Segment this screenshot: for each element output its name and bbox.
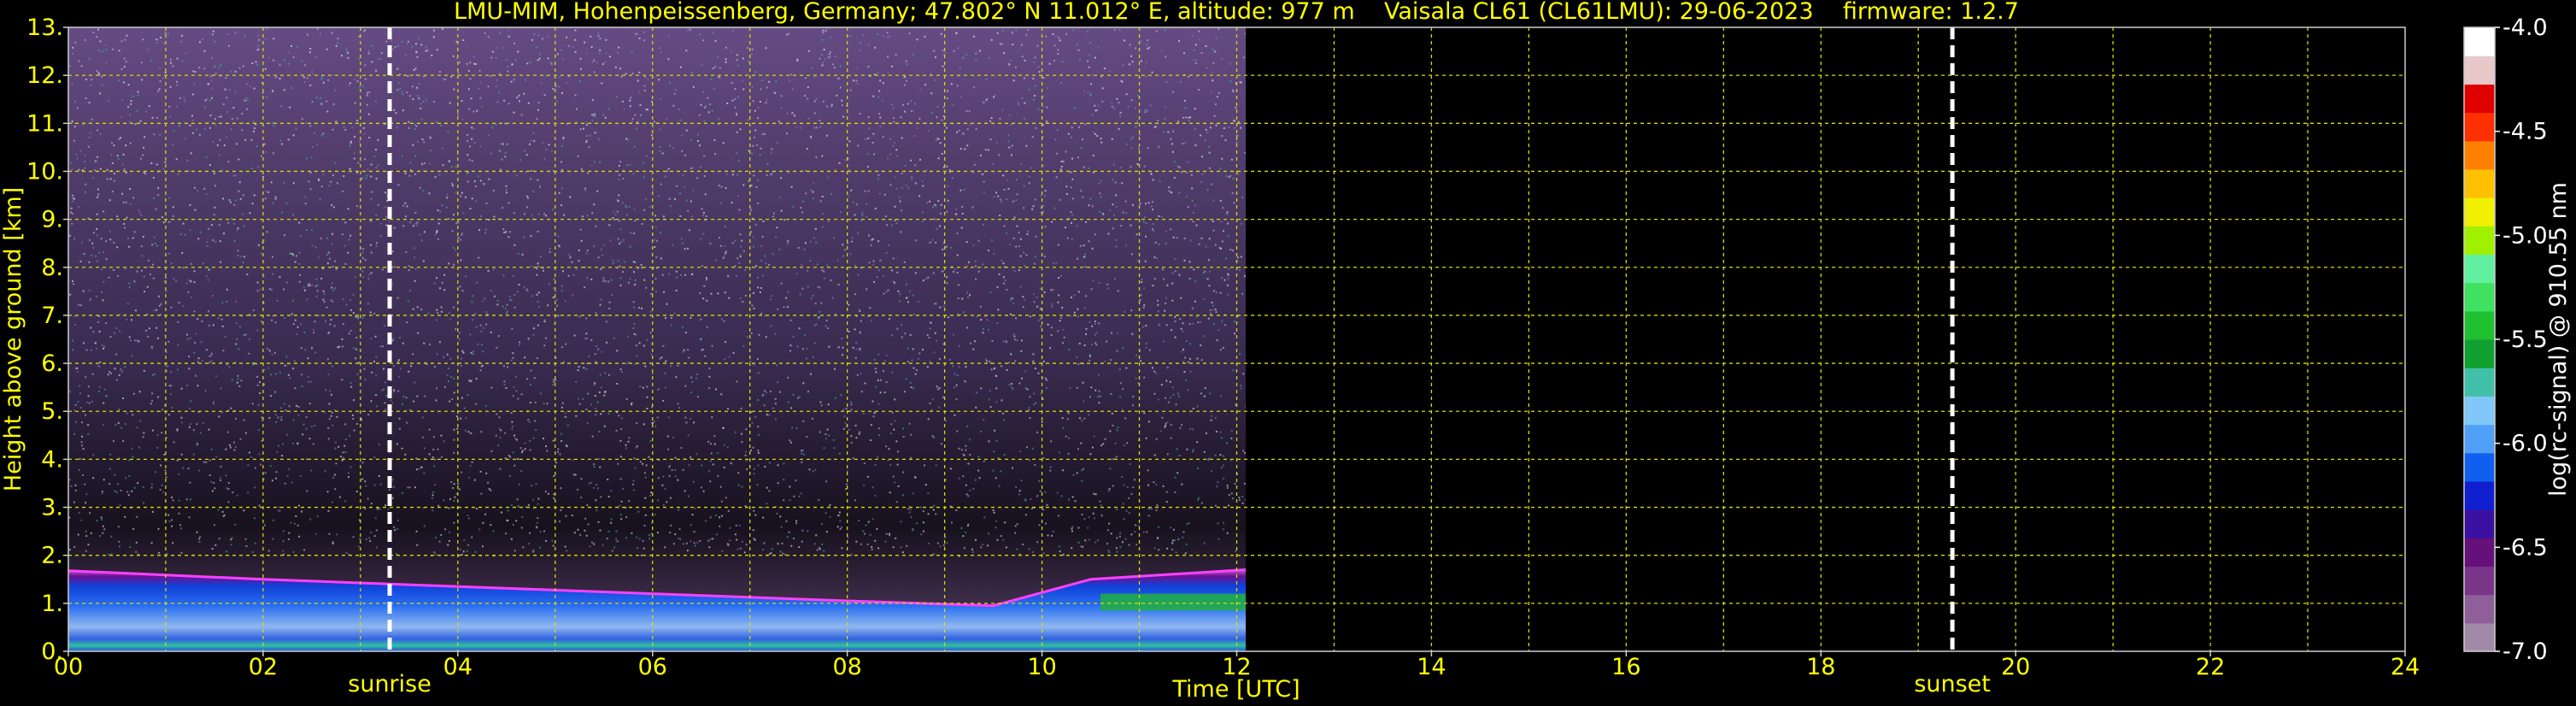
y-tick-label: 1. xyxy=(41,591,63,617)
x-tick-label: 16 xyxy=(1611,654,1640,680)
y-tick-label: 7. xyxy=(41,303,63,329)
colorbar-swatch xyxy=(2464,197,2495,227)
colorbar-swatch xyxy=(2464,310,2495,340)
x-tick-label: 20 xyxy=(2001,654,2030,680)
noise-region xyxy=(68,27,1246,651)
colorbar-tick-label: -6.5 xyxy=(2503,534,2548,561)
x-tick-label: 22 xyxy=(2196,654,2225,680)
chart-title: LMU-MIM, Hohenpeissenberg, Germany; 47.8… xyxy=(454,0,2019,25)
x-tick-label: 24 xyxy=(2391,654,2420,680)
colorbar-swatch xyxy=(2464,140,2495,170)
colorbar-swatch xyxy=(2464,480,2495,510)
colorbar-swatch xyxy=(2464,424,2495,454)
colorbar-swatch xyxy=(2464,594,2495,624)
x-tick-label: 04 xyxy=(443,654,472,680)
x-tick-label: 06 xyxy=(638,654,667,680)
ceilometer-figure: sunrise sunset 00 02 04 06 08 10 12 14 16 18 20 22 24 … xyxy=(0,0,2576,706)
y-tick-label: 4. xyxy=(41,446,63,473)
colorbar-swatch xyxy=(2464,168,2495,198)
convective-layer xyxy=(1100,593,1246,611)
y-tick-label: 11. xyxy=(26,110,63,137)
sunset-label: sunset xyxy=(1914,671,1991,697)
colorbar-swatch xyxy=(2464,254,2495,284)
colorbar: -4.0 -4.5 -5.0 -5.5 -6.0 -6.5 -7.0 xyxy=(2463,15,2548,665)
y-tick-label: 13. xyxy=(26,15,63,41)
colorbar-swatch xyxy=(2464,622,2495,652)
colorbar-tick-label: -7.0 xyxy=(2503,638,2548,665)
y-tick-label: 10. xyxy=(26,158,63,185)
colorbar-swatch xyxy=(2464,368,2495,397)
x-axis-label: Time [UTC] xyxy=(1171,676,1300,703)
backscatter-chart: sunrise sunset00 02 04 06 08 10 12 14 16 18 20 22 24 … xyxy=(0,0,2572,703)
y-tick-label: 6. xyxy=(41,350,63,377)
y-tick-label: 3. xyxy=(41,495,63,521)
x-tick-label: 10 xyxy=(1027,654,1056,680)
colorbar-tick-label: -4.5 xyxy=(2503,119,2548,145)
colorbar-swatch xyxy=(2464,566,2495,596)
colorbar-swatch xyxy=(2464,396,2495,426)
y-axis: 0. 1. 2. 3. 4. 5. 6. 7. 8. 9. 10. 11. 12. 13. xyxy=(26,15,68,665)
colorbar-swatch xyxy=(2464,339,2495,368)
x-tick-label: 08 xyxy=(832,654,861,680)
colorbar-swatch xyxy=(2464,509,2495,538)
x-tick-label: 18 xyxy=(1806,654,1835,680)
sunrise-label: sunrise xyxy=(348,671,431,697)
y-tick-label: 5. xyxy=(41,398,63,425)
colorbar-tick-label: -4.0 xyxy=(2503,15,2548,41)
backscatter-heatmap xyxy=(68,27,1246,651)
x-tick-label: 02 xyxy=(249,654,278,680)
colorbar-swatch xyxy=(2464,112,2495,142)
x-tick-label: 14 xyxy=(1417,654,1446,680)
colorbar-swatch xyxy=(2464,226,2495,256)
colorbar-swatch xyxy=(2464,452,2495,482)
colorbar-swatch xyxy=(2464,84,2495,114)
y-tick-label: 9. xyxy=(41,207,63,233)
colorbar-label: log(rc-signal) @ 910.55 nm xyxy=(2545,182,2572,497)
colorbar-swatch xyxy=(2464,27,2495,56)
y-axis-label: Height above ground [km] xyxy=(0,187,26,491)
y-tick-label: 8. xyxy=(41,255,63,281)
colorbar-tick-label: -6.0 xyxy=(2503,431,2548,457)
colorbar-tick-label: -5.5 xyxy=(2503,327,2548,353)
y-tick-label: 2. xyxy=(41,543,63,569)
colorbar-swatch xyxy=(2464,282,2495,312)
colorbar-swatch xyxy=(2464,538,2495,568)
y-tick-label: 0. xyxy=(41,638,63,665)
y-tick-label: 12. xyxy=(26,62,63,89)
colorbar-swatch xyxy=(2464,56,2495,85)
colorbar-tick-label: -5.0 xyxy=(2503,222,2548,249)
